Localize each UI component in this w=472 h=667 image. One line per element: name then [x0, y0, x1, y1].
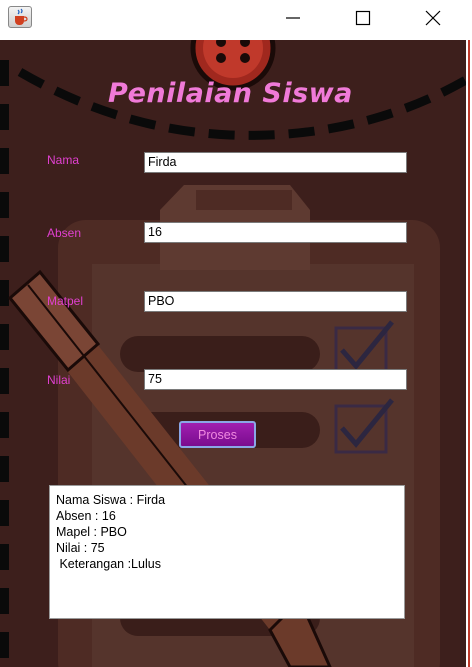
maximize-icon	[355, 10, 371, 26]
maximize-button[interactable]	[340, 0, 386, 36]
result-line-keterangan: Keterangan :Lulus	[56, 557, 161, 571]
name-label: Nama	[47, 153, 80, 167]
result-textarea[interactable]: Nama Siswa : Firda Absen : 16 Mapel : PB…	[49, 485, 405, 619]
java-cup-icon[interactable]	[8, 6, 32, 28]
proses-button[interactable]: Proses	[179, 421, 256, 448]
minimize-icon	[286, 17, 300, 19]
close-button[interactable]	[410, 0, 456, 36]
nilai-field[interactable]: 75	[144, 369, 407, 390]
form-title: Penilaian Siswa	[108, 78, 353, 109]
matpel-label: Matpel	[47, 294, 84, 308]
name-field[interactable]: Firda	[144, 152, 407, 173]
result-line-nilai: Nilai : 75	[56, 541, 105, 555]
result-line-absen: Absen : 16	[56, 509, 116, 523]
absen-label: Absen	[47, 226, 82, 240]
absen-field[interactable]: 16	[144, 222, 407, 243]
result-line-name: Nama Siswa : Firda	[56, 493, 166, 507]
window-border-line	[468, 40, 470, 667]
result-line-mapel: Mapel : PBO	[56, 525, 127, 539]
form-panel: Penilaian Siswa Nama Firda Absen 16 Matp…	[0, 40, 466, 667]
title-bar	[0, 0, 472, 40]
nilai-label: Nilai	[47, 373, 71, 387]
close-icon	[425, 10, 441, 26]
minimize-button[interactable]	[270, 0, 316, 36]
matpel-field[interactable]: PBO	[144, 291, 407, 312]
